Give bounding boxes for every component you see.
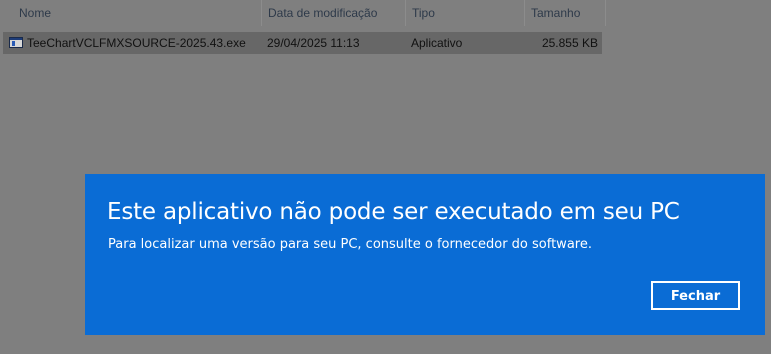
column-header-date-label: Data de modificação bbox=[268, 6, 378, 20]
file-name: TeeChartVCLFMXSOURCE-2025.43.exe bbox=[27, 36, 246, 50]
close-button[interactable]: Fechar bbox=[651, 281, 740, 310]
column-header-name-label: Nome bbox=[19, 6, 52, 20]
column-header-row: Nome ⌃ Data de modificação Tipo Tamanho bbox=[0, 0, 606, 26]
smartscreen-error-dialog: Este aplicativo não pode ser executado e… bbox=[85, 174, 765, 335]
dialog-title: Este aplicativo não pode ser executado e… bbox=[107, 199, 680, 225]
column-header-type-label: Tipo bbox=[412, 6, 435, 20]
file-type: Aplicativo bbox=[411, 36, 463, 50]
file-date: 29/04/2025 11:13 bbox=[267, 36, 360, 50]
column-header-type[interactable]: Tipo bbox=[405, 0, 524, 26]
column-header-size[interactable]: Tamanho bbox=[524, 0, 606, 26]
chevron-up-icon: ⌃ bbox=[129, 0, 139, 6]
file-size: 25.855 KB bbox=[541, 36, 598, 50]
application-exe-icon bbox=[9, 37, 23, 48]
file-row[interactable]: TeeChartVCLFMXSOURCE-2025.43.exe 29/04/2… bbox=[3, 32, 602, 54]
dialog-message: Para localizar uma versão para seu PC, c… bbox=[108, 237, 592, 252]
column-header-size-label: Tamanho bbox=[531, 6, 581, 20]
column-header-date[interactable]: Data de modificação bbox=[261, 0, 405, 26]
